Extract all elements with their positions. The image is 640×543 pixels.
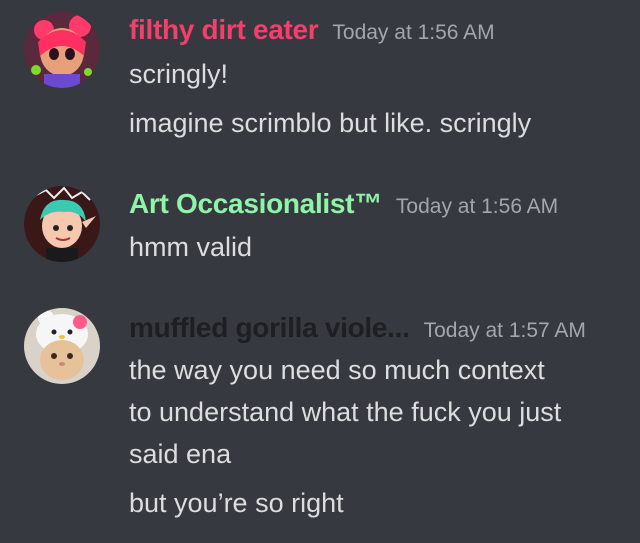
message-header: muffled gorilla viole... Today at 1:57 AM [129, 311, 586, 345]
message-line: said ena [129, 439, 232, 469]
message-line: the way you need so much context [129, 355, 545, 385]
user-avatar[interactable] [24, 308, 100, 384]
user-avatar[interactable] [24, 186, 100, 262]
teal-hair-character-avatar-icon [24, 186, 100, 262]
message-line: scringly! [129, 59, 229, 89]
message-header: Art Occasionalist™ Today at 1:56 AM [129, 187, 558, 221]
message-line: but you’re so right [129, 488, 344, 518]
timestamp[interactable]: Today at 1:56 AM [332, 21, 494, 44]
pink-octoling-avatar-icon [24, 12, 100, 88]
cat-in-hello-kitty-hat-avatar-icon [24, 308, 100, 384]
message-line: to understand what the fuck you just [129, 397, 562, 427]
timestamp[interactable]: Today at 1:57 AM [424, 319, 586, 342]
username[interactable]: filthy dirt eater [129, 14, 319, 45]
message-line: hmm valid [129, 232, 253, 262]
timestamp[interactable]: Today at 1:56 AM [396, 195, 558, 218]
message-line: imagine scrimblo but like. scringly [129, 108, 532, 138]
message-header: filthy dirt eater Today at 1:56 AM [129, 13, 495, 47]
username[interactable]: Art Occasionalist™ [129, 188, 382, 219]
user-avatar[interactable] [24, 12, 100, 88]
username[interactable]: muffled gorilla viole... [129, 312, 410, 343]
